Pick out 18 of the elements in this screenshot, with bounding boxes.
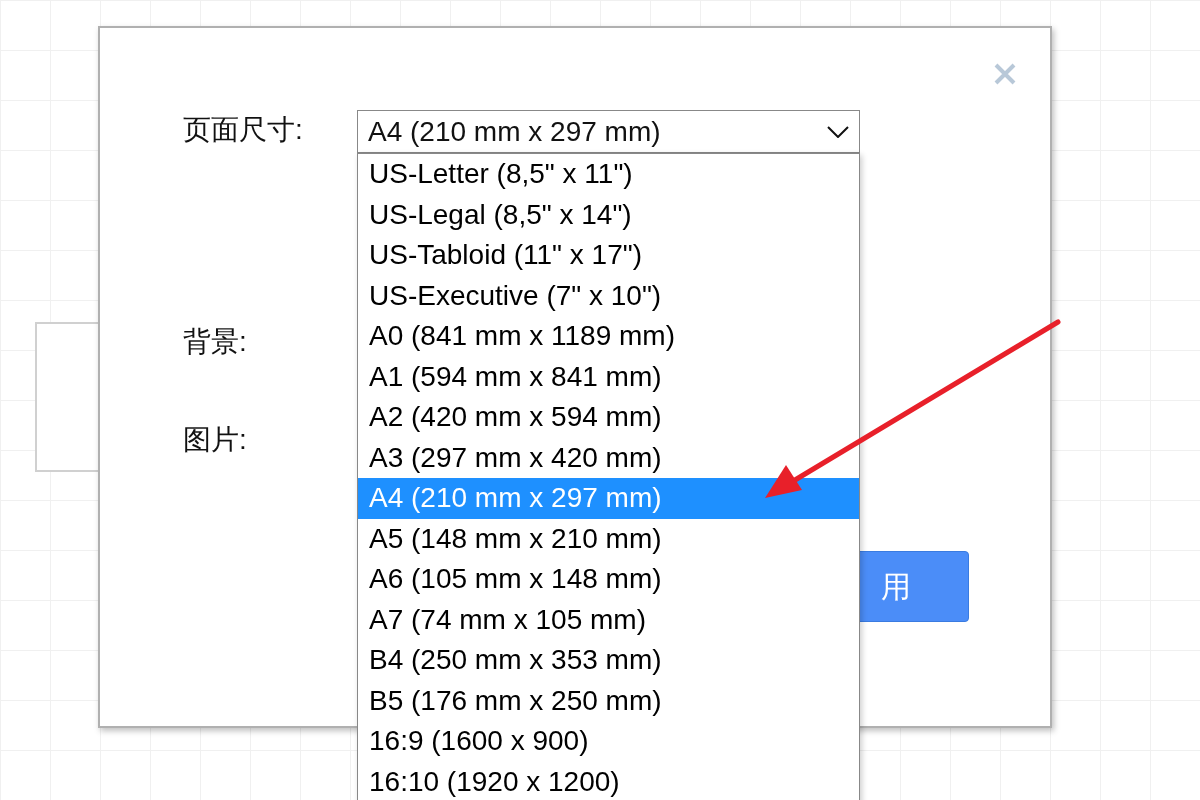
dropdown-option[interactable]: US-Legal (8,5" x 14") bbox=[358, 194, 859, 235]
field-label: 图片: bbox=[183, 423, 248, 457]
close-icon[interactable] bbox=[993, 62, 1017, 86]
dropdown-option[interactable]: US-Letter (8,5" x 11") bbox=[358, 154, 859, 195]
dropdown-option[interactable]: B4 (250 mm x 353 mm) bbox=[358, 640, 859, 681]
dropdown-option[interactable]: B5 (176 mm x 250 mm) bbox=[358, 680, 859, 721]
dropdown-option[interactable]: US-Tabloid (11" x 17") bbox=[358, 235, 859, 276]
field-label: 背景: bbox=[183, 325, 248, 359]
dropdown-option[interactable]: A1 (594 mm x 841 mm) bbox=[358, 356, 859, 397]
dropdown-option[interactable]: A3 (297 mm x 420 mm) bbox=[358, 437, 859, 478]
dropdown-option[interactable]: A0 (841 mm x 1189 mm) bbox=[358, 316, 859, 357]
field-label: 页面尺寸: bbox=[183, 113, 304, 147]
dropdown-option[interactable]: 16:10 (1920 x 1200) bbox=[358, 761, 859, 800]
page-size-select[interactable]: A4 (210 mm x 297 mm) bbox=[357, 110, 860, 153]
chevron-down-icon bbox=[827, 125, 849, 138]
dropdown-option[interactable]: 16:9 (1600 x 900) bbox=[358, 721, 859, 762]
dropdown-option[interactable]: US-Executive (7" x 10") bbox=[358, 275, 859, 316]
dropdown-option[interactable]: A2 (420 mm x 594 mm) bbox=[358, 397, 859, 438]
